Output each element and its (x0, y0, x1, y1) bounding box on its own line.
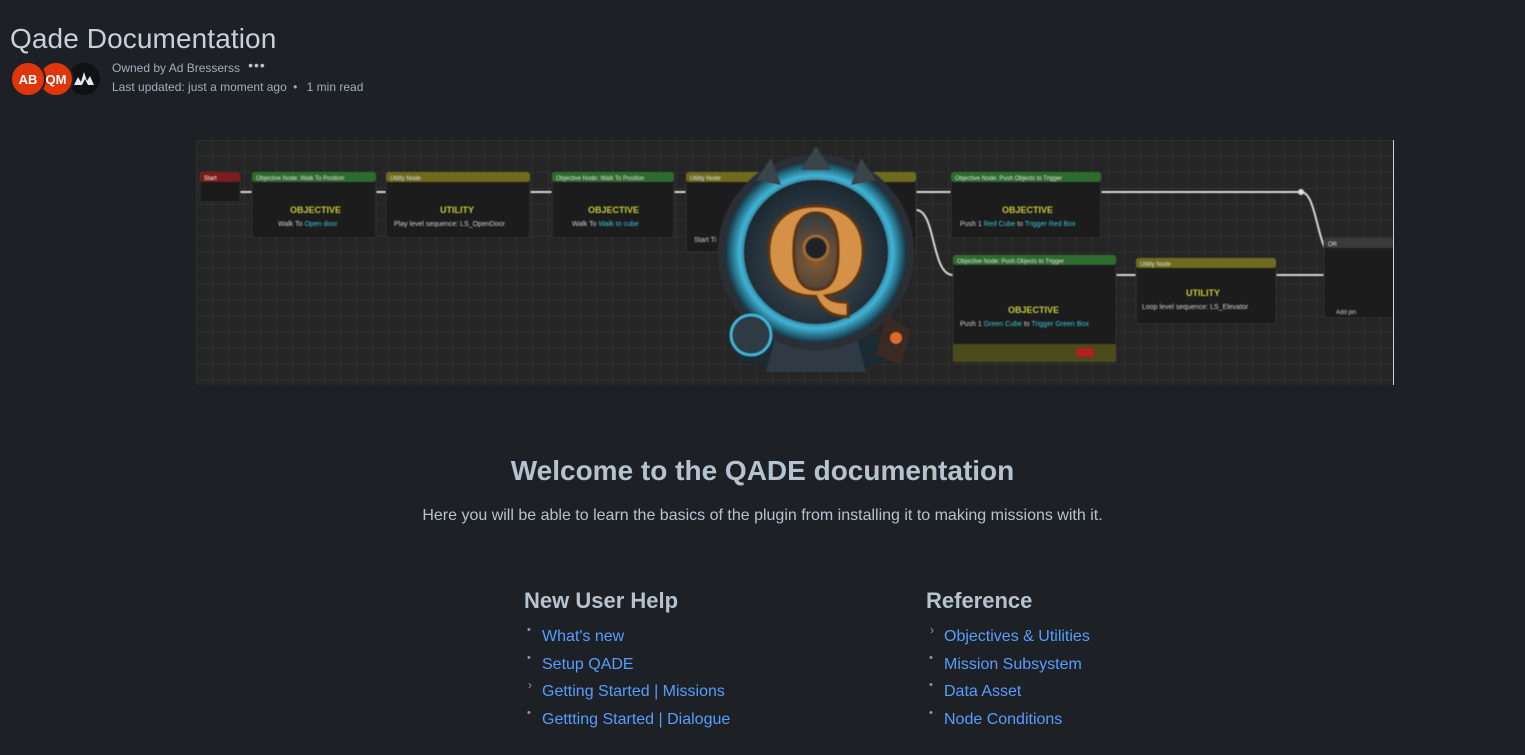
banner-node: Start (199, 171, 241, 203)
separator: • (293, 80, 298, 94)
list-item: › Getting Started | Missions (524, 678, 884, 711)
link-mission-subsystem[interactable]: Mission Subsystem (944, 656, 1082, 673)
reference-list: › Objectives & Utilities • Mission Subsy… (926, 623, 1286, 739)
chevron-right-icon[interactable]: › (528, 678, 532, 692)
link-getting-started-dialogue[interactable]: Gettting Started | Dialogue (542, 711, 730, 728)
header-banner-image: Start Objective Node: Walk To Position O… (196, 140, 1394, 385)
svg-text:UTILITY: UTILITY (1186, 288, 1220, 298)
avatar[interactable]: AB (10, 61, 46, 97)
blueprint-graph-image: Start Objective Node: Walk To Position O… (199, 146, 1393, 372)
owner-text: Owned by Ad Bresserss (112, 61, 241, 75)
contributors-avatars: AB QM (10, 60, 105, 97)
svg-text:Start: Start (204, 176, 217, 182)
svg-text:Push 1 Green Cube to Trigger G: Push 1 Green Cube to Trigger Green Box (960, 321, 1089, 328)
list-item: • Mission Subsystem (926, 652, 1286, 684)
bullet-icon: • (527, 624, 531, 636)
svg-text:Walk To Walk to cube: Walk To Walk to cube (572, 221, 639, 228)
link-getting-started-missions[interactable]: Getting Started | Missions (542, 683, 725, 700)
list-item: • Data Asset (926, 679, 1286, 711)
byline: AB QM Owned by Ad Bresserss ••• Last upd… (10, 58, 363, 97)
svg-text:Utility Node: Utility Node (1140, 262, 1171, 268)
reference-section: Reference › Objectives & Utilities • Mis… (926, 588, 1286, 738)
list-item: • Gettting Started | Dialogue (524, 707, 884, 739)
svg-text:Play level sequence: LS_OpenDo: Play level sequence: LS_OpenDoor (394, 221, 506, 228)
svg-text:Objective Node: Walk To Positi: Objective Node: Walk To Position (256, 176, 344, 182)
svg-text:Objective Node: Push Objects t: Objective Node: Push Objects to Trigger (955, 176, 1062, 182)
svg-text:Start Ti: Start Ti (694, 237, 717, 244)
section-heading: New User Help (524, 588, 679, 613)
svg-text:OBJECTIVE: OBJECTIVE (588, 205, 639, 215)
svg-text:OR: OR (1328, 242, 1338, 248)
svg-text:UTILITY: UTILITY (440, 205, 474, 215)
read-time: 1 min read (306, 80, 364, 94)
bullet-icon: • (929, 706, 933, 719)
svg-text:OBJECTIVE: OBJECTIVE (290, 205, 341, 215)
link-data-asset[interactable]: Data Asset (944, 683, 1021, 700)
new-user-help-list: • What's new • Setup QADE › Getting Star… (524, 624, 884, 739)
svg-text:Utility Node: Utility Node (390, 176, 421, 182)
svg-text:Utility Node: Utility Node (690, 176, 721, 182)
svg-text:Objective Node: Push Objects t: Objective Node: Push Objects to Trigger (957, 259, 1064, 265)
list-item: • What's new (524, 624, 884, 656)
list-item: • Setup QADE (524, 652, 884, 684)
svg-text:Loop level sequence: LS_Elevat: Loop level sequence: LS_Elevator (1142, 304, 1249, 311)
bullet-icon: • (527, 706, 531, 719)
link-objectives-utilities[interactable]: Objectives & Utilities (944, 628, 1090, 645)
chevron-right-icon[interactable]: › (930, 623, 934, 637)
svg-text:OBJECTIVE: OBJECTIVE (1002, 205, 1053, 215)
section-heading: Reference (926, 588, 1033, 613)
confluence-page: Qade Documentation AB QM Owned by Ad Bre… (0, 0, 1525, 755)
intro-text: Here you will be able to learn the basic… (422, 507, 1103, 524)
link-setup-qade[interactable]: Setup QADE (542, 656, 634, 673)
list-item: › Objectives & Utilities (926, 623, 1286, 656)
new-user-help-section: New User Help • What's new • Setup QADE … (524, 588, 884, 738)
bullet-icon: • (527, 651, 531, 664)
bullet-icon: • (929, 679, 933, 692)
ellipsis-icon[interactable]: ••• (248, 58, 266, 72)
svg-text:OBJECTIVE: OBJECTIVE (1008, 305, 1059, 315)
list-item: • Node Conditions (926, 707, 1286, 739)
bullet-icon: • (929, 651, 933, 664)
welcome-heading: Welcome to the QADE documentation (510, 455, 1015, 486)
svg-text:Walk To Open door: Walk To Open door (278, 221, 338, 228)
link-node-conditions[interactable]: Node Conditions (944, 711, 1062, 728)
svg-text:Add pin: Add pin (1336, 310, 1356, 316)
link-whats-new[interactable]: What's new (542, 628, 624, 645)
svg-text:Objective Node: Walk To Positi: Objective Node: Walk To Position (556, 176, 644, 182)
svg-text:Push 1 Red Cube to Trigger Red: Push 1 Red Cube to Trigger Red Box (960, 221, 1076, 228)
last-updated: Last updated: just a moment ago (112, 80, 287, 94)
page-title: Qade Documentation (10, 22, 277, 54)
